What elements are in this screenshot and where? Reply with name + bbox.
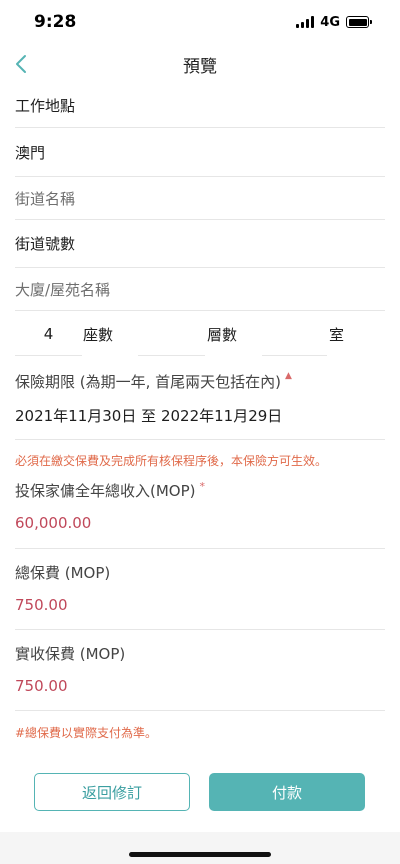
network-type: 4G	[320, 14, 340, 30]
actual-premium-label: 實收保費 (MOP)	[15, 645, 126, 663]
street-number-value: 街道號數	[15, 235, 76, 253]
insurance-period-value: 2021年11月30日 至 2022年11月29日	[15, 405, 282, 426]
pay-button[interactable]: 付款	[209, 773, 365, 811]
status-indicators: 4G	[296, 15, 372, 30]
status-time: 9:28	[34, 12, 77, 32]
street-number-field[interactable]: 街道號數	[15, 220, 385, 268]
divider	[15, 439, 385, 440]
total-premium-label: 總保費 (MOP)	[15, 564, 111, 582]
room-label: 室	[329, 325, 345, 344]
address-unit-row: 4 座數 層數 室	[15, 312, 385, 356]
income-label-wrap: 投保家傭全年總收入(MOP) *	[15, 480, 205, 501]
divider	[15, 548, 385, 549]
insurance-period-label-wrap: 保險期限 (為期一年, 首尾兩天包括在內) ▲	[15, 371, 292, 392]
effective-notice: 必須在繳交保費及完成所有核保程序後，本保險方可生效。	[15, 454, 328, 468]
block-field[interactable]: 4	[15, 312, 82, 356]
premium-footnote: #總保費以實際支付為準。	[15, 726, 158, 740]
period-end: 2022年11月29日	[160, 407, 283, 425]
work-location-label: 工作地點	[15, 97, 76, 115]
period-start: 2021年11月30日	[15, 407, 137, 425]
required-mark: ▲	[285, 371, 292, 381]
room-field[interactable]	[262, 312, 327, 356]
chevron-left-icon	[16, 55, 26, 73]
block-value: 4	[43, 324, 54, 343]
floor-label: 層數	[207, 325, 238, 344]
total-premium-value: 750.00	[15, 596, 68, 614]
bottom-safe-area	[0, 832, 400, 864]
battery-icon	[346, 16, 372, 28]
back-button[interactable]	[8, 50, 34, 78]
signal-icon	[296, 16, 315, 28]
work-location-label-row: 工作地點	[15, 84, 385, 128]
block-label: 座數	[83, 325, 114, 344]
area-field[interactable]: 澳門	[15, 128, 385, 177]
divider	[15, 710, 385, 711]
street-name-placeholder: 街道名稱	[15, 189, 76, 208]
actual-premium-value: 750.00	[15, 677, 68, 695]
home-indicator	[129, 852, 271, 857]
required-mark: *	[199, 480, 206, 493]
page-title: 預覽	[183, 56, 217, 77]
status-bar: 9:28 4G	[0, 0, 400, 44]
area-value: 澳門	[15, 143, 46, 162]
income-value: 60,000.00	[15, 514, 92, 532]
period-separator: 至	[141, 407, 157, 425]
nav-bar: 預覽	[0, 44, 400, 84]
back-to-edit-button[interactable]: 返回修訂	[34, 773, 190, 811]
insurance-period-label: 保險期限 (為期一年, 首尾兩天包括在內)	[15, 373, 282, 391]
building-name-placeholder: 大廈/屋苑名稱	[15, 280, 111, 299]
divider	[15, 629, 385, 630]
floor-field[interactable]	[138, 312, 205, 356]
street-name-field[interactable]: 街道名稱	[15, 177, 385, 220]
income-label: 投保家傭全年總收入(MOP)	[15, 482, 196, 500]
building-name-field[interactable]: 大廈/屋苑名稱	[15, 268, 385, 311]
